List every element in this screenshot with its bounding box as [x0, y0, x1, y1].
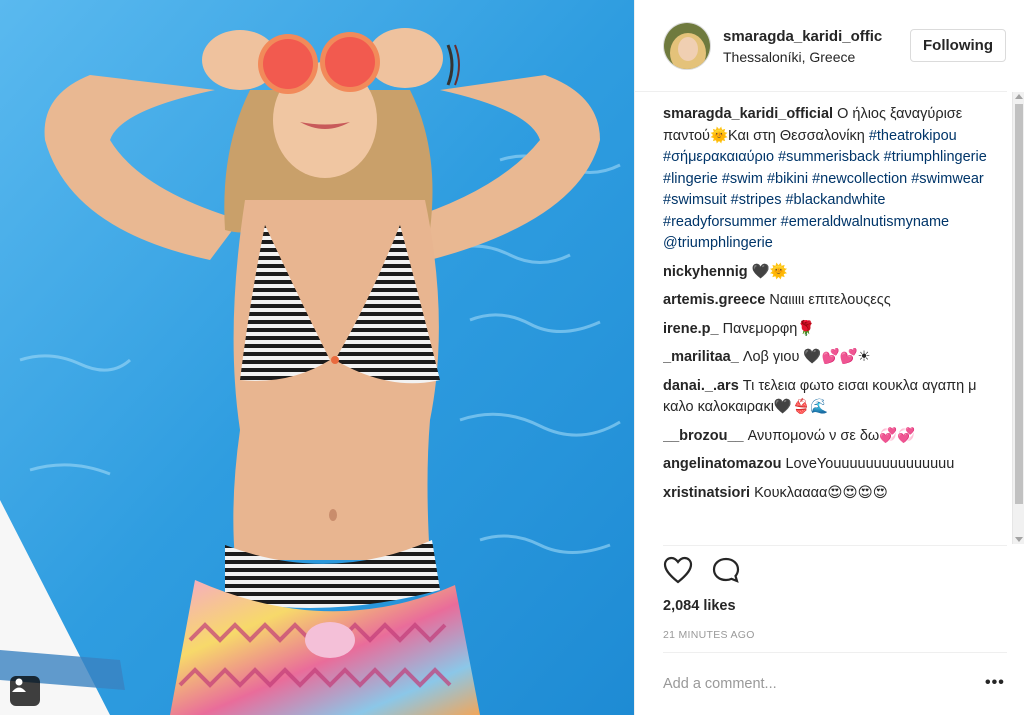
person-tag-icon — [12, 678, 26, 692]
comment-text: Κουκλαααα😍😍😍😍 — [754, 484, 888, 501]
avatar[interactable] — [663, 22, 711, 70]
post-username[interactable]: smaragda_karidi_offic — [723, 28, 882, 45]
comment-item: angelinatomazou LoveYouuuuuuuuuuuuuuu — [663, 454, 1003, 476]
caption-hashtags[interactable]: #theatrokipou #σήμερακαιαύριο #summerisb… — [663, 128, 987, 252]
comment-username[interactable]: nickyhennig — [663, 264, 748, 280]
heart-icon[interactable] — [663, 556, 693, 584]
comment-username[interactable]: _marilitaa_ — [663, 349, 739, 365]
comment-item: __brozou__ Ανυπομονώ ν σε δω💞💞 — [663, 426, 1003, 448]
comment-text: Ναιιιιι επιτελουςεςς — [769, 292, 891, 308]
comment-text: 🖤🌞 — [751, 263, 788, 280]
comment-username[interactable]: xristinatsiori — [663, 485, 750, 501]
divider — [663, 652, 1007, 653]
add-comment-input[interactable] — [663, 676, 963, 692]
caption: smaragda_karidi_official Ο ήλιος ξαναγύρ… — [663, 104, 1003, 255]
scroll-thumb[interactable] — [1015, 104, 1023, 504]
comment-list: smaragda_karidi_official Ο ήλιος ξαναγύρ… — [663, 104, 1003, 544]
tag-people-button[interactable] — [10, 676, 40, 706]
comment-item: danai._.ars Τι τελεια φωτο εισαι κουκλα … — [663, 376, 1003, 419]
comment-username[interactable]: danai._.ars — [663, 378, 739, 394]
divider — [663, 545, 1007, 546]
comment-username[interactable]: artemis.greece — [663, 292, 765, 308]
comment-username[interactable]: __brozou__ — [663, 428, 744, 444]
comment-item: artemis.greece Ναιιιιι επιτελουςεςς — [663, 290, 1003, 312]
comment-username[interactable]: irene.p_ — [663, 321, 719, 337]
comment-item: nickyhennig 🖤🌞 — [663, 262, 1003, 284]
comment-item: irene.p_ Πανεμορφη🌹 — [663, 319, 1003, 341]
post-location[interactable]: Thessaloníki, Greece — [723, 49, 855, 65]
post-header: smaragda_karidi_offic Thessaloníki, Gree… — [635, 0, 1007, 92]
instagram-post: smaragda_karidi_offic Thessaloníki, Gree… — [0, 0, 1024, 715]
avatar-image — [664, 23, 710, 69]
comment-item: _marilitaa_ Λοβ γιου 🖤💕💕☀ — [663, 347, 1003, 369]
caption-username[interactable]: smaragda_karidi_official — [663, 106, 833, 122]
action-bar — [663, 556, 741, 588]
scroll-up-arrow-icon[interactable] — [1015, 94, 1023, 99]
post-photo[interactable] — [0, 0, 634, 715]
following-button[interactable]: Following — [910, 29, 1006, 62]
comment-scrollbar[interactable] — [1012, 92, 1024, 544]
comment-text: LoveYouuuuuuuuuuuuuuu — [785, 456, 955, 472]
like-count[interactable]: 2,084 likes — [663, 598, 736, 614]
post-timestamp[interactable]: 21 MINUTES AGO — [663, 629, 755, 641]
comment-bubble-icon[interactable] — [711, 556, 741, 584]
photo-illustration — [0, 0, 634, 715]
scroll-down-arrow-icon[interactable] — [1015, 537, 1023, 542]
comment-text: Λοβ γιου 🖤💕💕☀ — [742, 349, 871, 365]
comment-text: Ανυπομονώ ν σε δω💞💞 — [747, 427, 916, 444]
comment-username[interactable]: angelinatomazou — [663, 456, 781, 472]
post-sidebar: smaragda_karidi_offic Thessaloníki, Gree… — [634, 0, 1024, 715]
ellipsis-icon[interactable]: ••• — [985, 674, 1005, 692]
comment-item: xristinatsiori Κουκλαααα😍😍😍😍 — [663, 483, 1003, 505]
comment-text: Πανεμορφη🌹 — [722, 320, 816, 337]
